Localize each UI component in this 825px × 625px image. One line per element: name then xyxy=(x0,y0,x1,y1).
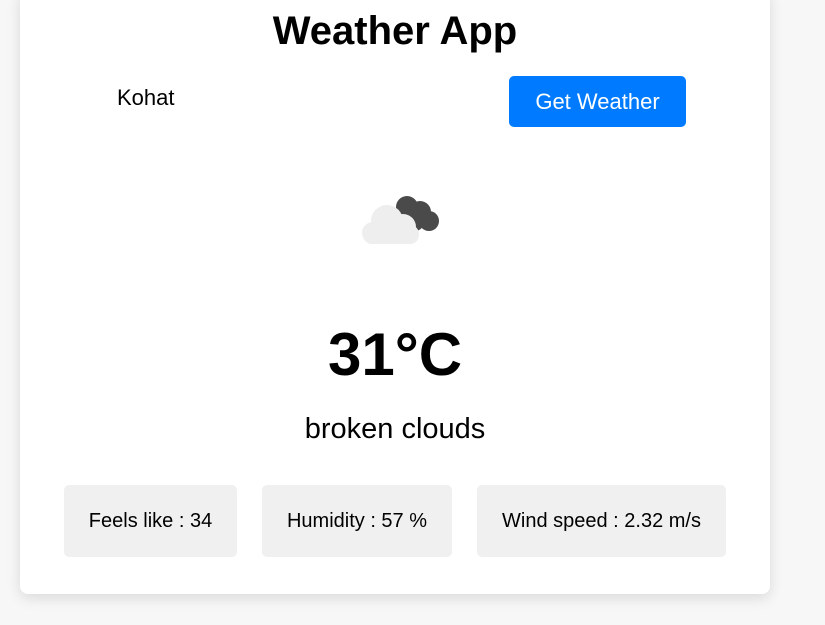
weather-description: broken clouds xyxy=(304,413,486,445)
feels-like-box: Feels like : 34 xyxy=(64,485,237,557)
get-weather-button[interactable]: Get Weather xyxy=(509,76,686,127)
wind-speed-text: Wind speed : 2.32 m/s xyxy=(502,509,701,532)
weather-card: Weather App Get Weather 31°C broken clou… xyxy=(20,0,770,594)
app-title: Weather App xyxy=(272,9,518,53)
humidity-text: Humidity : 57 % xyxy=(286,509,428,532)
city-input[interactable] xyxy=(105,78,417,118)
feels-like-text: Feels like : 34 xyxy=(88,509,213,532)
temperature: 31°C xyxy=(327,321,463,388)
broken-clouds-icon xyxy=(345,185,445,265)
wind-speed-box: Wind speed : 2.32 m/s xyxy=(477,485,726,557)
humidity-box: Humidity : 57 % xyxy=(262,485,452,557)
